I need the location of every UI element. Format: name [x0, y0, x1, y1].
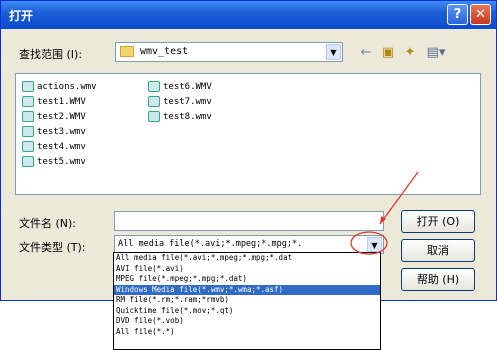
annotation-arrow	[379, 171, 419, 225]
annotation-circle	[350, 231, 388, 255]
annotation-overlay	[350, 171, 419, 255]
